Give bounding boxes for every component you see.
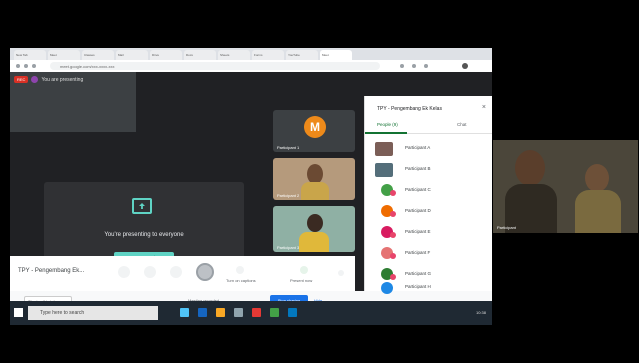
- participant-name: Participant E: [405, 229, 431, 234]
- participant-tile[interactable]: M Participant 1: [273, 110, 355, 152]
- chrome-icon[interactable]: [270, 308, 279, 317]
- microphone-icon[interactable]: [118, 266, 130, 278]
- browser-tab[interactable]: Mail: [116, 50, 148, 60]
- participant-row[interactable]: Participant F: [365, 243, 492, 264]
- participant-row[interactable]: Participant B: [365, 159, 492, 180]
- participant-name: Participant D: [405, 208, 431, 213]
- screen-share-frame: New Tab Meet Classes Mail Drive Docs She…: [10, 48, 492, 325]
- extension-icon[interactable]: [424, 64, 428, 68]
- present-icon[interactable]: [300, 266, 308, 274]
- leave-call-button[interactable]: [196, 263, 214, 281]
- profile-avatar[interactable]: [462, 63, 468, 69]
- panel-title: TPY - Pengembang Ek Kelas: [377, 106, 442, 112]
- participant-video: [585, 164, 609, 192]
- participant-row[interactable]: Participant E: [365, 222, 492, 243]
- participant-video-tile[interactable]: Participant 2: [273, 158, 355, 200]
- participant-thumbnail: [375, 142, 393, 156]
- participant-row[interactable]: Participant H: [365, 282, 492, 294]
- external-camera-tile: Participant: [493, 140, 638, 233]
- forward-icon[interactable]: [24, 64, 28, 68]
- participant-video: [575, 190, 621, 233]
- presenting-badge-icon: [390, 211, 396, 217]
- browser-tab-strip: New Tab Meet Classes Mail Drive Docs She…: [10, 48, 492, 60]
- tab-chat[interactable]: Chat: [457, 122, 467, 127]
- file-explorer-icon[interactable]: [216, 308, 225, 317]
- browser-tab[interactable]: YouTube: [286, 50, 318, 60]
- avatar: [31, 76, 39, 83]
- participant-row[interactable]: Participant A: [365, 138, 492, 159]
- meeting-name: TPY - Pengembang Ek...: [18, 268, 85, 274]
- hand-raise-icon[interactable]: [170, 266, 182, 278]
- participant-video: [301, 182, 329, 200]
- meet-stage: REC You are presenting You're presenting…: [10, 72, 492, 325]
- participant-video: [515, 150, 545, 186]
- participant-name: Participant C: [405, 187, 431, 192]
- captions-label[interactable]: Turn on captions: [226, 278, 256, 283]
- participant-row[interactable]: Participant C: [365, 180, 492, 201]
- participant-name: Participant 3: [277, 245, 300, 250]
- task-view-icon[interactable]: [180, 308, 189, 317]
- windows-start-icon[interactable]: [14, 308, 23, 317]
- extension-icon[interactable]: [400, 64, 404, 68]
- presenting-badge-icon: [390, 190, 396, 196]
- edge-icon[interactable]: [198, 308, 207, 317]
- reload-icon[interactable]: [32, 64, 36, 68]
- panel-tabs: People (9) Chat: [365, 118, 492, 134]
- recording-badge: REC: [14, 76, 29, 83]
- self-presentation-tile: REC You are presenting: [10, 72, 136, 132]
- participant-video: [307, 214, 323, 232]
- meeting-controls-bar: TPY - Pengembang Ek... Turn on captions …: [10, 256, 355, 291]
- participants-panel: TPY - Pengembang Ek Kelas × People (9) C…: [364, 96, 492, 294]
- app-icon[interactable]: [252, 308, 261, 317]
- participant-name: Participant G: [405, 271, 432, 276]
- presenting-label: You are presenting: [41, 76, 84, 83]
- taskbar-search-input[interactable]: Type here to search: [28, 306, 158, 320]
- participant-name: Participant 1: [277, 145, 300, 150]
- presenting-badge-icon: [390, 274, 396, 280]
- extension-icon[interactable]: [412, 64, 416, 68]
- browser-tab-active[interactable]: Meet: [320, 50, 352, 60]
- browser-tab[interactable]: Meet: [48, 50, 80, 60]
- browser-tab[interactable]: Classes: [82, 50, 114, 60]
- windows-taskbar: Type here to search 10:38: [10, 301, 492, 325]
- app-icon[interactable]: [288, 308, 297, 317]
- participant-row[interactable]: Participant D: [365, 201, 492, 222]
- browser-tab[interactable]: Sheets: [218, 50, 250, 60]
- browser-toolbar: meet.google.com/xxx-xxxx-xxx: [10, 60, 492, 72]
- participant-name: Participant B: [405, 166, 431, 171]
- browser-tab[interactable]: Forms: [252, 50, 284, 60]
- captions-icon[interactable]: [236, 266, 244, 274]
- presenting-indicator: REC You are presenting: [14, 76, 83, 83]
- participant-name: Participant: [497, 225, 516, 230]
- present-screen-icon: [132, 198, 152, 214]
- browser-tab[interactable]: New Tab: [14, 50, 46, 60]
- browser-tab[interactable]: Drive: [150, 50, 182, 60]
- store-icon[interactable]: [234, 308, 243, 317]
- participant-thumbnail: [375, 163, 393, 177]
- more-options-icon[interactable]: [338, 270, 344, 276]
- participant-name: Participant A: [405, 145, 431, 150]
- presenting-message: You're presenting to everyone: [104, 232, 184, 238]
- tab-people[interactable]: People (9): [377, 122, 398, 127]
- camera-icon[interactable]: [144, 266, 156, 278]
- back-icon[interactable]: [16, 64, 20, 68]
- participant-video-tile[interactable]: Participant 3: [273, 206, 355, 252]
- presenting-badge-icon: [390, 253, 396, 259]
- participant-video: [307, 164, 323, 184]
- address-bar[interactable]: meet.google.com/xxx-xxxx-xxx: [50, 62, 380, 70]
- participant-avatar: M: [304, 116, 326, 138]
- tray-clock[interactable]: 10:38: [476, 310, 486, 315]
- participant-video: [299, 232, 329, 252]
- present-now-label[interactable]: Present now: [290, 278, 312, 283]
- close-icon[interactable]: ×: [482, 104, 486, 111]
- browser-tab[interactable]: Docs: [184, 50, 216, 60]
- participant-avatar: [381, 282, 393, 294]
- participant-name: Participant 2: [277, 193, 300, 198]
- active-tab-indicator: [365, 132, 407, 134]
- participant-name: Participant H: [405, 284, 431, 289]
- participant-name: Participant F: [405, 250, 431, 255]
- presenting-badge-icon: [390, 232, 396, 238]
